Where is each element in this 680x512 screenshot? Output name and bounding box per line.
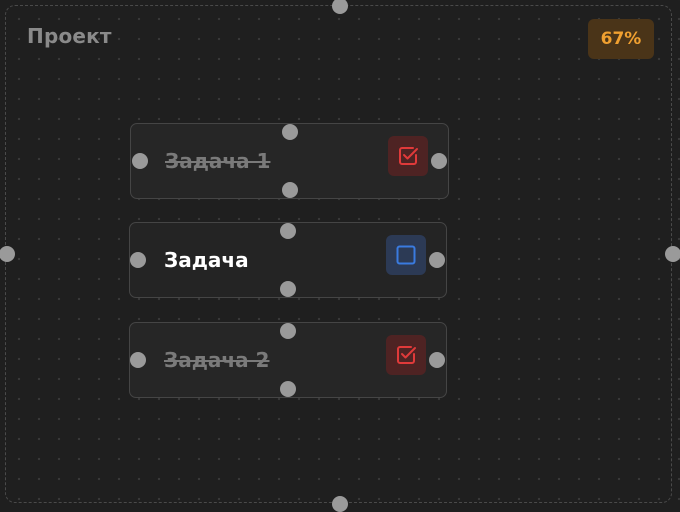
task-1-handle-right[interactable] (431, 153, 447, 169)
task-3-handle-right[interactable] (429, 352, 445, 368)
empty-square-icon (396, 245, 416, 265)
task-3-handle-top[interactable] (280, 323, 296, 339)
task-label: Задача 2 (164, 348, 270, 372)
task-3-handle-bottom[interactable] (280, 381, 296, 397)
task-label: Задача 1 (165, 149, 271, 173)
project-handle-bottom[interactable] (332, 496, 348, 512)
task-2-handle-top[interactable] (280, 223, 296, 239)
canvas-background[interactable]: Проект 67% Задача 1 Задача Задача 2 (0, 0, 680, 512)
progress-badge: 67% (588, 19, 654, 59)
task-2-handle-left[interactable] (130, 252, 146, 268)
task-1-handle-left[interactable] (132, 153, 148, 169)
checked-square-icon (397, 346, 416, 364)
task-1-handle-top[interactable] (282, 124, 298, 140)
checked-square-icon (399, 147, 418, 165)
task-1-handle-bottom[interactable] (282, 182, 298, 198)
task-label: Задача (164, 248, 249, 272)
task-checkbox-button[interactable] (386, 335, 426, 375)
task-3-handle-left[interactable] (130, 352, 146, 368)
task-checkbox-button[interactable] (388, 136, 428, 176)
task-2-handle-bottom[interactable] (280, 281, 296, 297)
task-checkbox-button[interactable] (386, 235, 426, 275)
task-2-handle-right[interactable] (429, 252, 445, 268)
project-title: Проект (27, 24, 112, 48)
project-handle-right[interactable] (665, 246, 680, 262)
